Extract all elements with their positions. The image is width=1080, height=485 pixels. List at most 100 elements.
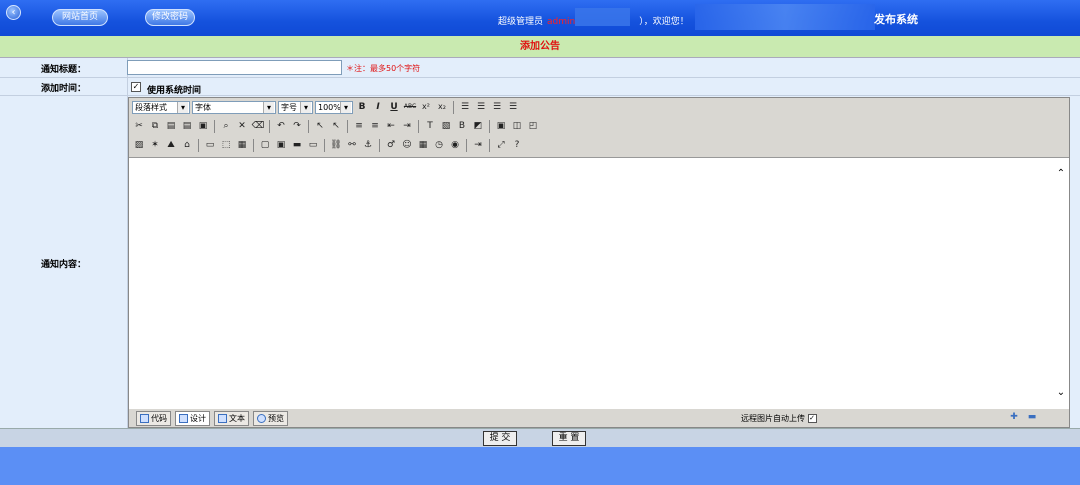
insert-flash-icon[interactable]: ✶ xyxy=(148,138,162,152)
strikethrough-icon[interactable]: ABC xyxy=(403,100,417,114)
separator xyxy=(253,138,254,152)
nav-change-password-button[interactable]: 修改密码 xyxy=(145,9,195,26)
fullscreen-icon[interactable]: ▣ xyxy=(494,119,508,133)
title-input[interactable] xyxy=(127,60,342,75)
editor-toolbar-3: ▨ ✶ ⛰ ⌂ ▭ ⬚ ▦ ▢ ▣ ▬ ▭ ⛓ ⚯ ⚓ ♂ ☺ ▦ ◷ ◉ ⇥ xyxy=(132,137,524,153)
absolute-position-icon[interactable]: ◰ xyxy=(526,119,540,133)
button-bar: 提 交 重 置 xyxy=(0,428,1080,447)
date-icon[interactable]: ▦ xyxy=(416,138,430,152)
delete-icon[interactable]: ✕ xyxy=(235,119,249,133)
insert-field-icon[interactable]: ▣ xyxy=(274,138,288,152)
editor-toolbar-2: ✂ ⧉ ▤ ▤ ▣ ⌕ ✕ ⌫ ↶ ↷ ↖ ↖ ≡ ≡ ⇤ ⇥ T ▧ B ◩ xyxy=(132,118,540,134)
size-select[interactable]: 字号 xyxy=(278,100,313,114)
insert-image-icon[interactable]: ▨ xyxy=(132,138,146,152)
system-title: 发布系统 xyxy=(874,13,918,26)
outdent-icon[interactable]: ⇤ xyxy=(384,119,398,133)
reset-button[interactable]: 重 置 xyxy=(552,431,586,446)
rich-text-editor: 段落样式 字体 字号 100% B I U ABC x² x₂ ☰ ☰ ☰ ☰ … xyxy=(128,97,1070,428)
submit-button[interactable]: 提 交 xyxy=(483,431,517,446)
form-header: 添加公告 xyxy=(0,36,1080,58)
snippet-icon[interactable]: ◉ xyxy=(448,138,462,152)
shrink-editor-icon[interactable]: ▬ xyxy=(1027,413,1037,422)
tab-code-label: 代码 xyxy=(151,414,167,423)
superscript-icon[interactable]: x² xyxy=(419,100,433,114)
emoticon-icon[interactable]: ☺ xyxy=(400,138,414,152)
font-select[interactable]: 字体 xyxy=(192,100,276,114)
separator xyxy=(489,138,490,152)
page-break-icon[interactable]: ⇥ xyxy=(471,138,485,152)
highlight-icon[interactable]: ▧ xyxy=(439,119,453,133)
layer-icon[interactable]: ◫ xyxy=(510,119,524,133)
insert-row-icon[interactable]: ▦ xyxy=(235,138,249,152)
tab-code[interactable]: 代码 xyxy=(136,411,171,426)
nav-home-button[interactable]: 网站首页 xyxy=(52,9,108,26)
horizontal-rule-icon[interactable]: ▬ xyxy=(290,138,304,152)
find-icon[interactable]: ⌕ xyxy=(219,119,233,133)
insert-table-icon[interactable]: ▭ xyxy=(203,138,217,152)
undo-icon[interactable]: ↶ xyxy=(274,119,288,133)
tab-preview[interactable]: 预览 xyxy=(253,411,288,426)
unlink-icon[interactable]: ⚯ xyxy=(345,138,359,152)
fullscreen-edit-icon[interactable]: ⤢ xyxy=(494,138,508,152)
paste-text-icon[interactable]: ▤ xyxy=(180,119,194,133)
scroll-up-icon[interactable]: ⌃ xyxy=(1055,168,1067,180)
back-arrow-icon[interactable]: ‹ xyxy=(6,5,21,20)
remote-upload-label: 远程图片自动上传 xyxy=(741,414,805,423)
editor-toolbar-1: 段落样式 字体 字号 100% B I U ABC x² x₂ ☰ ☰ ☰ ☰ xyxy=(132,99,520,115)
special-char-icon[interactable]: ♂ xyxy=(384,138,398,152)
expand-editor-icon[interactable]: ✚ xyxy=(1009,413,1019,422)
separator xyxy=(489,119,490,133)
format-painter-icon[interactable]: ◩ xyxy=(471,119,485,133)
align-center-icon[interactable]: ☰ xyxy=(474,100,488,114)
cut-icon[interactable]: ✂ xyxy=(132,119,146,133)
insert-form-icon[interactable]: ▢ xyxy=(258,138,272,152)
scroll-down-icon[interactable]: ⌄ xyxy=(1055,387,1067,399)
paste-icon[interactable]: ▤ xyxy=(164,119,178,133)
separator xyxy=(324,138,325,152)
paste-word-icon[interactable]: ▣ xyxy=(196,119,210,133)
redacted-block xyxy=(575,8,630,26)
tab-design[interactable]: 设计 xyxy=(175,411,210,426)
separator xyxy=(269,119,270,133)
text-color-icon[interactable]: T xyxy=(423,119,437,133)
zoom-select[interactable]: 100% xyxy=(315,100,353,114)
subscript-icon[interactable]: x₂ xyxy=(435,100,449,114)
remote-upload-checkbox[interactable]: ✓ xyxy=(807,414,817,423)
time-icon[interactable]: ◷ xyxy=(432,138,446,152)
background-color-icon[interactable]: B xyxy=(455,119,469,133)
unordered-list-icon[interactable]: ≡ xyxy=(368,119,382,133)
tab-text[interactable]: 文本 xyxy=(214,411,249,426)
align-right-icon[interactable]: ☰ xyxy=(490,100,504,114)
unselect-icon[interactable]: ↖ xyxy=(329,119,343,133)
insert-media-icon[interactable]: ⛰ xyxy=(164,138,178,152)
indent-icon[interactable]: ⇥ xyxy=(400,119,414,133)
format-select[interactable]: 段落样式 xyxy=(132,100,190,114)
link-icon[interactable]: ⛓ xyxy=(329,138,343,152)
bold-icon[interactable]: B xyxy=(355,100,369,114)
welcome-suffix: ），欢迎您！ xyxy=(639,17,689,27)
design-icon xyxy=(179,414,188,423)
anchor-icon[interactable]: ⚓ xyxy=(361,138,375,152)
marquee-icon[interactable]: ▭ xyxy=(306,138,320,152)
use-system-time-checkbox[interactable]: ✓ xyxy=(131,82,141,92)
top-bar: ‹ 网站首页 修改密码 超级管理员 admin ），欢迎您！ 发布系统 xyxy=(0,0,1080,36)
ordered-list-icon[interactable]: ≡ xyxy=(352,119,366,133)
editor-content-area[interactable]: ⌃ ⌄ xyxy=(129,157,1069,409)
select-all-icon[interactable]: ↖ xyxy=(313,119,327,133)
eraser-icon[interactable]: ⌫ xyxy=(251,119,265,133)
insert-file-icon[interactable]: ⌂ xyxy=(180,138,194,152)
copy-icon[interactable]: ⧉ xyxy=(148,119,162,133)
separator xyxy=(379,138,380,152)
preview-icon xyxy=(257,414,266,423)
separator xyxy=(198,138,199,152)
italic-icon[interactable]: I xyxy=(371,100,385,114)
help-icon[interactable]: ? xyxy=(510,138,524,152)
table-props-icon[interactable]: ⬚ xyxy=(219,138,233,152)
redo-icon[interactable]: ↷ xyxy=(290,119,304,133)
text-icon xyxy=(218,414,227,423)
title-note: ＊注：最多50个字符 xyxy=(346,64,421,73)
align-justify-icon[interactable]: ☰ xyxy=(506,100,520,114)
underline-icon[interactable]: U xyxy=(387,100,401,114)
tab-preview-label: 预览 xyxy=(268,414,284,423)
align-left-icon[interactable]: ☰ xyxy=(458,100,472,114)
